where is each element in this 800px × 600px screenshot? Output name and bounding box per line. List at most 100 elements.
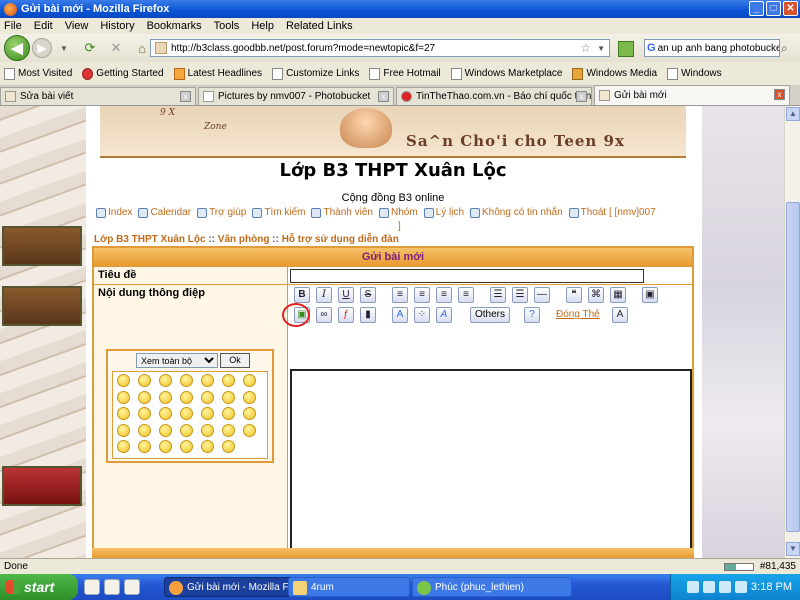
smiley-icon[interactable] (138, 407, 151, 421)
smiley-icon[interactable] (243, 390, 256, 404)
smiley-icon[interactable] (180, 423, 193, 437)
taskbar-item-4rum[interactable]: 4rum (288, 577, 410, 597)
forward-arrow-icon[interactable]: ▶ (32, 38, 52, 58)
smiley-icon[interactable] (159, 390, 172, 404)
smiley-icon[interactable] (222, 407, 235, 421)
smiley-icon[interactable] (159, 374, 172, 387)
dropdown-arrow-icon[interactable]: ▼ (54, 38, 74, 58)
nav-members[interactable]: Thành viên (311, 206, 373, 220)
subject-input[interactable] (290, 269, 644, 283)
flash-icon[interactable]: ƒ (338, 307, 354, 323)
menu-bookmarks[interactable]: Bookmarks (147, 20, 202, 32)
tab-close-icon[interactable]: x (576, 91, 587, 102)
smiley-icon[interactable] (201, 374, 214, 387)
font-size-icon[interactable]: A (612, 307, 628, 323)
video-icon[interactable]: ▮ (360, 307, 376, 323)
address-bar[interactable]: http://b3class.goodbb.net/post.forum?mod… (150, 39, 610, 57)
tab-tinthethao[interactable]: TinTheThao.com.vn - Báo chí quốc tế n...… (396, 87, 592, 105)
search-engine-icon[interactable]: G (647, 41, 656, 55)
tray-icon[interactable] (687, 581, 700, 593)
tray-icon[interactable] (735, 581, 748, 593)
tray-icon[interactable] (719, 581, 732, 593)
align-center-icon[interactable]: ≡ (414, 287, 430, 303)
quick-launch-icon[interactable] (124, 579, 140, 595)
breadcrumb-office[interactable]: Văn phòng (218, 234, 270, 245)
smiley-icon[interactable] (117, 407, 130, 421)
tray-icon[interactable] (703, 581, 716, 593)
italic-button[interactable]: I (316, 287, 332, 303)
scrollbar-thumb[interactable] (786, 202, 800, 532)
tab-close-icon[interactable]: x (378, 91, 389, 102)
bookmark-customize-links[interactable]: Customize Links (272, 67, 359, 80)
smiley-icon[interactable] (159, 440, 172, 454)
align-right-icon[interactable]: ≡ (436, 287, 452, 303)
smiley-icon[interactable] (222, 390, 235, 404)
minimize-button[interactable]: _ (749, 1, 764, 16)
show-desktop-icon[interactable] (84, 579, 100, 595)
smiley-icon[interactable] (117, 390, 130, 404)
search-box[interactable]: G an up anh bang photobucket (644, 39, 780, 57)
smiley-icon[interactable] (138, 440, 151, 454)
menu-tools[interactable]: Tools (214, 20, 240, 32)
menu-view[interactable]: View (65, 20, 89, 32)
font-face-icon[interactable]: ⁘ (414, 307, 430, 323)
menu-history[interactable]: History (100, 20, 134, 32)
tab-edit-post[interactable]: Sửa bài viết x (0, 87, 196, 105)
code-icon[interactable]: ⌘ (588, 287, 604, 303)
quote-icon[interactable]: ❝ (566, 287, 582, 303)
smiley-icon[interactable] (138, 423, 151, 437)
close-button[interactable]: ✕ (783, 1, 798, 16)
back-arrow-icon[interactable]: ◀ (4, 35, 30, 61)
smiley-icon[interactable] (180, 374, 193, 387)
smiley-icon[interactable] (201, 407, 214, 421)
help-circle-icon[interactable]: ? (524, 307, 540, 323)
bookmark-most-visited[interactable]: Most Visited (4, 67, 72, 80)
tab-close-icon[interactable]: x (774, 89, 785, 100)
smiley-icon[interactable] (180, 407, 193, 421)
bookmark-getting-started[interactable]: Getting Started (82, 67, 164, 80)
smiley-icon[interactable] (201, 390, 214, 404)
smiley-view-select[interactable]: Xem toàn bộ (136, 353, 218, 368)
smiley-icon[interactable] (180, 440, 193, 454)
tab-close-icon[interactable]: x (180, 91, 191, 102)
nav-logout[interactable]: Thoát [ [nmv]007 (568, 206, 656, 220)
underline-button[interactable]: U (338, 287, 354, 303)
addons-icon[interactable] (618, 41, 634, 57)
smiley-icon[interactable] (159, 407, 172, 421)
url-dropdown-icon[interactable]: ▼ (597, 44, 605, 53)
smiley-icon[interactable] (201, 423, 214, 437)
scroll-down-icon[interactable]: ▼ (786, 542, 800, 556)
start-button[interactable]: start (0, 574, 78, 600)
smiley-icon[interactable] (222, 440, 235, 454)
bookmark-free-hotmail[interactable]: Free Hotmail (369, 67, 441, 80)
nav-calendar[interactable]: Calendar (138, 206, 191, 220)
smiley-icon[interactable] (117, 374, 130, 387)
smiley-icon[interactable] (222, 423, 235, 437)
font-color-icon[interactable]: A (392, 307, 408, 323)
bookmark-windows[interactable]: Windows (667, 67, 722, 80)
menu-edit[interactable]: Edit (34, 20, 53, 32)
bookmark-windows-media[interactable]: Windows Media (572, 67, 657, 80)
preview-icon[interactable]: ▣ (642, 287, 658, 303)
nav-groups[interactable]: Nhóm (378, 206, 418, 220)
menu-help[interactable]: Help (251, 20, 274, 32)
nav-messages[interactable]: Không có tin nhắn (470, 206, 563, 220)
quick-launch-icon[interactable] (104, 579, 120, 595)
home-icon[interactable]: ⌂ (132, 38, 152, 58)
smiley-icon[interactable] (201, 440, 214, 454)
strikethrough-button[interactable]: S (360, 287, 376, 303)
insert-link-icon[interactable]: ∞ (316, 307, 332, 323)
bulleted-list-icon[interactable]: ☰ (490, 287, 506, 303)
align-justify-icon[interactable]: ≡ (458, 287, 474, 303)
nav-index[interactable]: Index (96, 206, 132, 220)
breadcrumb-support[interactable]: Hỗ trợ sử dụng diễn đàn (282, 234, 399, 245)
search-icon[interactable]: ⌕ (781, 41, 788, 56)
align-left-icon[interactable]: ≡ (392, 287, 408, 303)
bookmark-star-icon[interactable]: ☆ (580, 41, 591, 55)
taskbar-item-chat[interactable]: Phúc (phuc_lethien) (412, 577, 572, 597)
nav-search[interactable]: Tìm kiếm (252, 206, 305, 220)
nav-profile[interactable]: Lý lịch (423, 206, 464, 220)
scroll-up-icon[interactable]: ▲ (786, 107, 800, 121)
tab-photobucket[interactable]: Pictures by nmv007 - Photobucket x (198, 87, 394, 105)
smiley-icon[interactable] (222, 374, 235, 387)
